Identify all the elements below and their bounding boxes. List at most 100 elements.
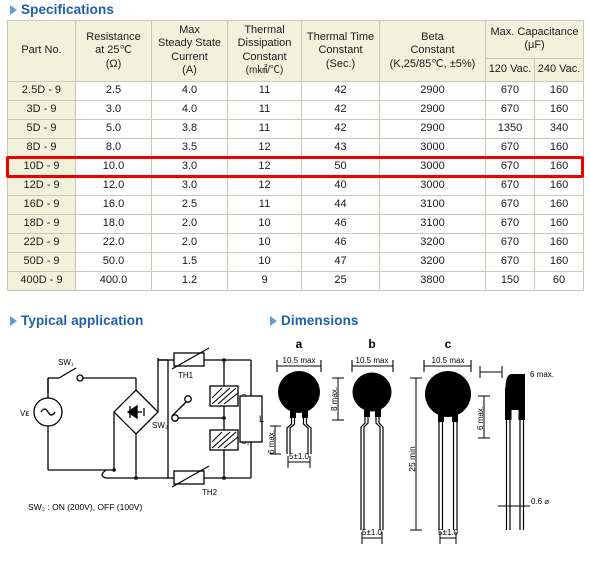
th2-label: TH2 <box>202 488 218 497</box>
cell-ttc: 44 <box>301 194 380 215</box>
header-time-constant-l1: Thermal Time <box>306 30 375 43</box>
variant-a-height-text: 8 max. <box>330 387 339 411</box>
variant-a-lead-length-text: 6 max. <box>268 430 276 454</box>
header-max-capacitance: Max. Capacitance (μF) <box>484 20 585 59</box>
cell-part: 50D - 9 <box>7 251 76 272</box>
cell-part: 5D - 9 <box>7 118 76 139</box>
cell-beta: 3200 <box>379 251 486 272</box>
header-cap-120vac: 120 Vac. <box>485 57 535 82</box>
cell-res: 22.0 <box>75 232 152 253</box>
table-row[interactable]: 5D - 9 5.0 3.8 11 42 2900 1350 340 <box>7 118 585 139</box>
dimensions-title: Dimensions <box>281 313 359 328</box>
triangle-bullet-icon <box>10 4 17 15</box>
cell-c240: 160 <box>533 213 585 234</box>
table-row[interactable]: 22D - 9 22.0 2.0 10 46 3200 670 160 <box>7 232 585 253</box>
cell-c240: 160 <box>533 251 585 272</box>
cell-part: 12D - 9 <box>7 175 76 196</box>
header-time-constant-l2: Constant <box>318 44 363 57</box>
cell-part: 10D - 9 <box>7 156 76 177</box>
variant-c-label: c <box>445 337 452 351</box>
typical-application-circuit-diagram: Vᴇ SW₁ TH1 TH2 SW₂ L SW₂: ON (200V), OF… <box>20 347 264 512</box>
header-resistance-l2: at 25℃ <box>95 44 132 57</box>
table-row[interactable]: 12D - 9 12.0 3.0 12 40 3000 670 160 <box>7 175 585 196</box>
dimensions-heading: Dimensions <box>268 313 359 328</box>
cell-cur: 2.5 <box>151 194 228 215</box>
cell-cur: 4.0 <box>151 99 228 120</box>
typical-application-title: Typical application <box>21 313 144 328</box>
cell-ttc: 42 <box>301 80 380 101</box>
specifications-heading: Specifications <box>8 2 114 17</box>
table-row[interactable]: 10D - 9 10.0 3.0 12 50 3000 670 160 <box>7 156 585 177</box>
cell-c240: 160 <box>533 232 585 253</box>
cell-part: 18D - 9 <box>7 213 76 234</box>
dimensions-figure: a 10.5 max 6 max. 8 max. 5±1.0 b <box>268 337 554 544</box>
cell-diss: 11 <box>227 99 302 120</box>
cell-part: 22D - 9 <box>7 232 76 253</box>
table-row[interactable]: 400D - 9 400.0 1.2 9 25 3800 150 60 <box>7 270 585 291</box>
cell-c240: 160 <box>533 99 585 120</box>
cell-diss: 10 <box>227 251 302 272</box>
cell-beta: 3200 <box>379 232 486 253</box>
header-dissipation-l1: Thermal <box>244 24 285 36</box>
side-view-leads <box>505 420 525 530</box>
cell-c240: 160 <box>533 137 585 158</box>
header-resistance: Resistance at 25℃ (Ω) <box>75 20 152 82</box>
cell-ttc: 40 <box>301 175 380 196</box>
header-max-current-l3: Current <box>171 50 208 63</box>
header-resistance-l3: (Ω) <box>105 57 122 70</box>
cell-c120: 670 <box>485 251 535 272</box>
cell-cur: 3.8 <box>151 118 228 139</box>
variant-a-body <box>278 371 320 418</box>
header-max-capacitance-l2: (μF) <box>524 39 545 52</box>
side-view-height-text: 6 max. <box>476 406 485 430</box>
cell-res: 50.0 <box>75 251 152 272</box>
header-part-no: Part No. <box>7 20 76 82</box>
cell-res: 2.5 <box>75 80 152 101</box>
th1-thermistor-symbol <box>171 347 210 370</box>
side-view-width-dim <box>479 366 503 378</box>
cell-c240: 160 <box>533 80 585 101</box>
load-label: L <box>259 414 264 424</box>
variant-c-width-text: 10.5 max <box>432 356 465 365</box>
variant-b-body <box>352 372 392 417</box>
header-max-capacitance-l1: Max. Capacitance <box>490 25 579 38</box>
c1-capacitor-symbol <box>209 385 239 407</box>
th1-label: TH1 <box>178 371 194 380</box>
cell-diss: 12 <box>227 175 302 196</box>
cell-res: 16.0 <box>75 194 152 215</box>
source-label: Vᴇ <box>20 409 29 418</box>
sw2-label: SW₂ <box>152 421 168 430</box>
cell-ttc: 25 <box>301 270 380 291</box>
triangle-bullet-icon <box>10 315 17 326</box>
cell-diss: 12 <box>227 137 302 158</box>
cell-ttc: 50 <box>301 156 380 177</box>
table-header-row-1: Part No. Resistance at 25℃ (Ω) Max Stead… <box>7 20 585 82</box>
cell-diss: 9 <box>227 270 302 291</box>
triangle-bullet-icon <box>270 315 277 326</box>
specifications-title: Specifications <box>21 2 114 17</box>
lead-diameter-text: 0.6 ⌀ <box>531 497 549 506</box>
table-row[interactable]: 3D - 9 3.0 4.0 11 42 2900 670 160 <box>7 99 585 120</box>
variant-a-width-text: 10.5 max <box>283 356 316 365</box>
header-time-constant-l3: (Sec.) <box>325 57 356 70</box>
table-row[interactable]: 16D - 9 16.0 2.5 11 44 3100 670 160 <box>7 194 585 215</box>
cell-beta: 2900 <box>379 99 486 120</box>
cell-cur: 2.0 <box>151 213 228 234</box>
table-row[interactable]: 50D - 9 50.0 1.5 10 47 3200 670 160 <box>7 251 585 272</box>
table-row[interactable]: 8D - 9 8.0 3.5 12 43 3000 670 160 <box>7 137 585 158</box>
ac-source-symbol <box>33 397 63 427</box>
cell-c120: 670 <box>485 156 535 177</box>
cell-beta: 2900 <box>379 118 486 139</box>
cell-beta: 3800 <box>379 270 486 291</box>
table-row[interactable]: 2.5D - 9 2.5 4.0 11 42 2900 670 160 <box>7 80 585 101</box>
cell-beta: 2900 <box>379 80 486 101</box>
cell-cur: 1.5 <box>151 251 228 272</box>
header-dissipation-l4: (m㎢/℃) <box>245 65 284 77</box>
header-max-current-l1: Max <box>179 24 200 36</box>
table-row[interactable]: 18D - 9 18.0 2.0 10 46 3100 670 160 <box>7 213 585 234</box>
cell-part: 3D - 9 <box>7 99 76 120</box>
cell-c120: 670 <box>485 194 535 215</box>
cell-c120: 670 <box>485 232 535 253</box>
cell-c240: 60 <box>533 270 585 291</box>
c2-capacitor-symbol <box>209 429 239 451</box>
